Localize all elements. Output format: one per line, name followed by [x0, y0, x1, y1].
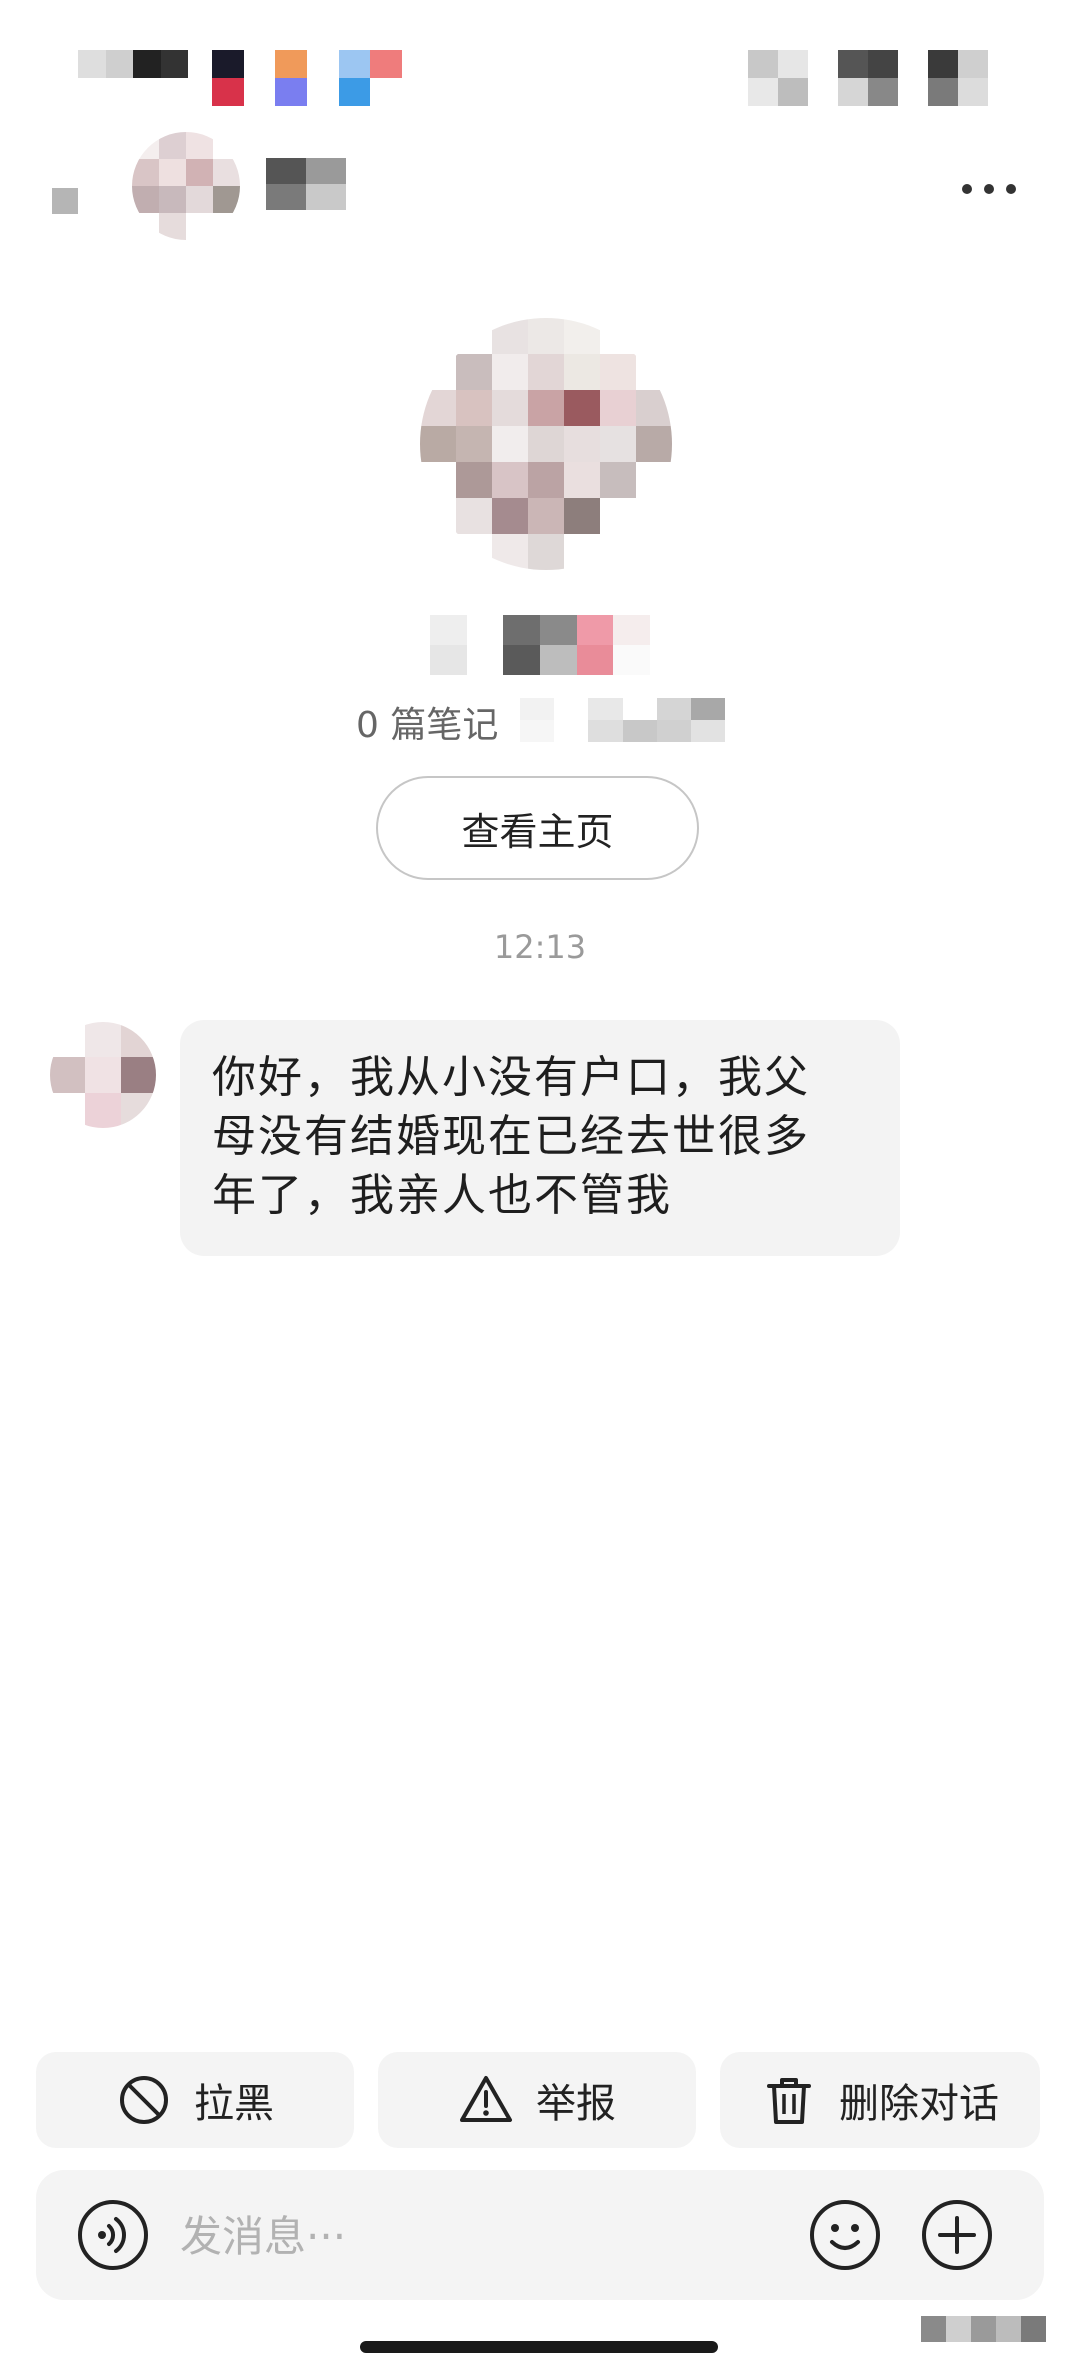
view-homepage-button[interactable]: 查看主页 — [376, 776, 699, 880]
home-indicator[interactable] — [360, 2341, 718, 2353]
sender-avatar[interactable] — [50, 1022, 156, 1128]
add-plus-icon[interactable] — [920, 2198, 994, 2272]
back-button[interactable] — [40, 180, 80, 220]
voice-input-icon[interactable] — [76, 2198, 150, 2272]
status-time-redacted — [78, 50, 188, 78]
status-bar — [0, 0, 1080, 120]
back-arrow-icon — [52, 188, 78, 214]
profile-stats-redacted — [520, 698, 725, 742]
report-button[interactable]: 举报 — [378, 2052, 696, 2148]
status-system-icons — [748, 50, 988, 106]
emoji-icon[interactable] — [808, 2198, 882, 2272]
profile-username-redacted — [430, 615, 650, 675]
block-label: 拉黑 — [194, 2081, 274, 2127]
message-timestamp: 12:13 — [493, 928, 587, 966]
status-notification-icons — [212, 50, 402, 106]
delete-conversation-label: 删除对话 — [839, 2081, 999, 2127]
warning-icon — [460, 2076, 512, 2122]
header-avatar[interactable] — [132, 132, 240, 240]
watermark-redacted — [896, 2316, 1046, 2342]
delete-conversation-button[interactable]: 删除对话 — [720, 2052, 1040, 2148]
profile-avatar[interactable] — [420, 318, 672, 570]
message-composer — [36, 2170, 1044, 2300]
notes-count: 0 篇笔记 — [356, 705, 499, 746]
more-horizontal-icon — [958, 162, 1038, 212]
message-line: 你好，我从小没有户口，我父 — [212, 1052, 810, 1103]
block-icon — [120, 2076, 168, 2124]
header-username-redacted — [266, 158, 346, 210]
trash-icon — [767, 2078, 811, 2124]
report-label: 举报 — [536, 2081, 616, 2127]
message-bubble[interactable]: 你好，我从小没有户口，我父 母没有结婚现在已经去世很多 年了，我亲人也不管我 — [180, 1020, 900, 1256]
message-line: 母没有结婚现在已经去世很多 — [212, 1111, 810, 1162]
block-button[interactable]: 拉黑 — [36, 2052, 354, 2148]
more-options-button[interactable] — [958, 162, 1038, 212]
message-line: 年了，我亲人也不管我 — [212, 1170, 672, 1221]
message-input[interactable] — [178, 2190, 802, 2282]
profile-stats: 0 篇笔记 — [300, 688, 780, 750]
